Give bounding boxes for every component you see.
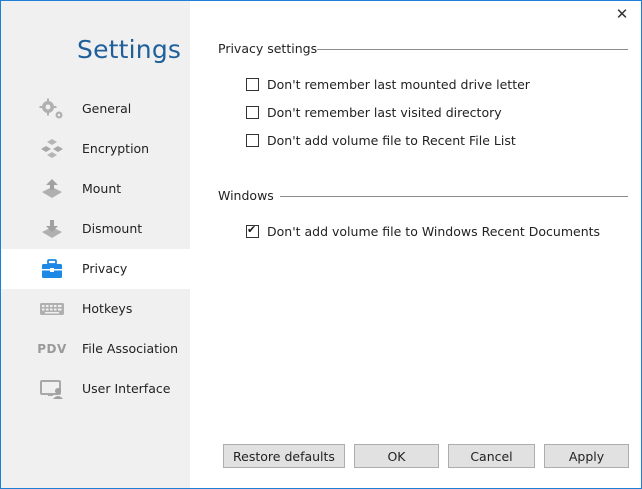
sidebar-item-label: User Interface	[82, 381, 171, 396]
sidebar-item-user-interface[interactable]: User Interface	[1, 369, 190, 409]
cancel-button[interactable]: Cancel	[448, 444, 535, 468]
checkbox[interactable]	[246, 133, 259, 147]
privacy-settings-divider	[317, 49, 628, 50]
checkbox[interactable]	[246, 105, 259, 119]
sidebar-item-label: General	[82, 101, 132, 116]
option-no-remember-directory[interactable]: Don't remember last visited directory	[246, 103, 502, 121]
sidebar-item-privacy[interactable]: Privacy	[1, 249, 190, 289]
mount-icon	[38, 177, 66, 201]
windows-group-title: Windows	[218, 188, 274, 203]
encryption-icon	[38, 137, 66, 161]
sidebar-item-mount[interactable]: Mount	[1, 169, 190, 209]
sidebar-item-label: File Association	[82, 341, 179, 356]
sidebar-item-file-association[interactable]: PDV File Association	[1, 329, 190, 369]
option-label: Don't remember last visited directory	[267, 104, 502, 120]
sidebar-item-label: Hotkeys	[82, 301, 133, 316]
user-interface-icon	[38, 377, 66, 401]
gears-icon	[38, 97, 66, 121]
windows-group-divider	[280, 196, 628, 197]
settings-window: Settings General Encryption Mount Dismou…	[0, 0, 642, 489]
sidebar: Settings General Encryption Mount Dismou…	[1, 1, 190, 488]
option-no-remember-drive-letter[interactable]: Don't remember last mounted drive letter	[246, 75, 530, 93]
checkbox[interactable]	[246, 77, 259, 91]
close-button[interactable]: ✕	[613, 5, 631, 23]
option-no-recent-file-list[interactable]: Don't add volume file to Recent File Lis…	[246, 131, 516, 149]
sidebar-item-dismount[interactable]: Dismount	[1, 209, 190, 249]
pdv-icon-text: PDV	[37, 342, 67, 356]
option-no-windows-recent-docs[interactable]: Don't add volume file to Windows Recent …	[246, 222, 600, 240]
restore-defaults-button[interactable]: Restore defaults	[223, 444, 345, 468]
checkbox[interactable]	[246, 223, 259, 238]
sidebar-item-label: Mount	[82, 181, 122, 196]
apply-button[interactable]: Apply	[544, 444, 629, 468]
sidebar-item-general[interactable]: General	[1, 89, 190, 129]
option-label: Don't add volume file to Recent File Lis…	[267, 132, 516, 148]
sidebar-item-hotkeys[interactable]: Hotkeys	[1, 289, 190, 329]
keyboard-icon	[38, 297, 66, 321]
sidebar-item-label: Encryption	[82, 141, 150, 156]
option-label: Don't remember last mounted drive letter	[267, 76, 530, 92]
pdv-icon: PDV	[37, 337, 67, 361]
sidebar-item-encryption[interactable]: Encryption	[1, 129, 190, 169]
dismount-icon	[38, 217, 66, 241]
sidebar-item-label: Dismount	[82, 221, 143, 236]
close-icon: ✕	[615, 5, 629, 23]
privacy-briefcase-icon	[38, 257, 66, 281]
option-label: Don't add volume file to Windows Recent …	[267, 223, 601, 239]
privacy-settings-title: Privacy settings	[218, 41, 318, 56]
app-title: Settings	[77, 35, 182, 64]
sidebar-item-label: Privacy	[82, 261, 128, 276]
ok-button[interactable]: OK	[354, 444, 439, 468]
